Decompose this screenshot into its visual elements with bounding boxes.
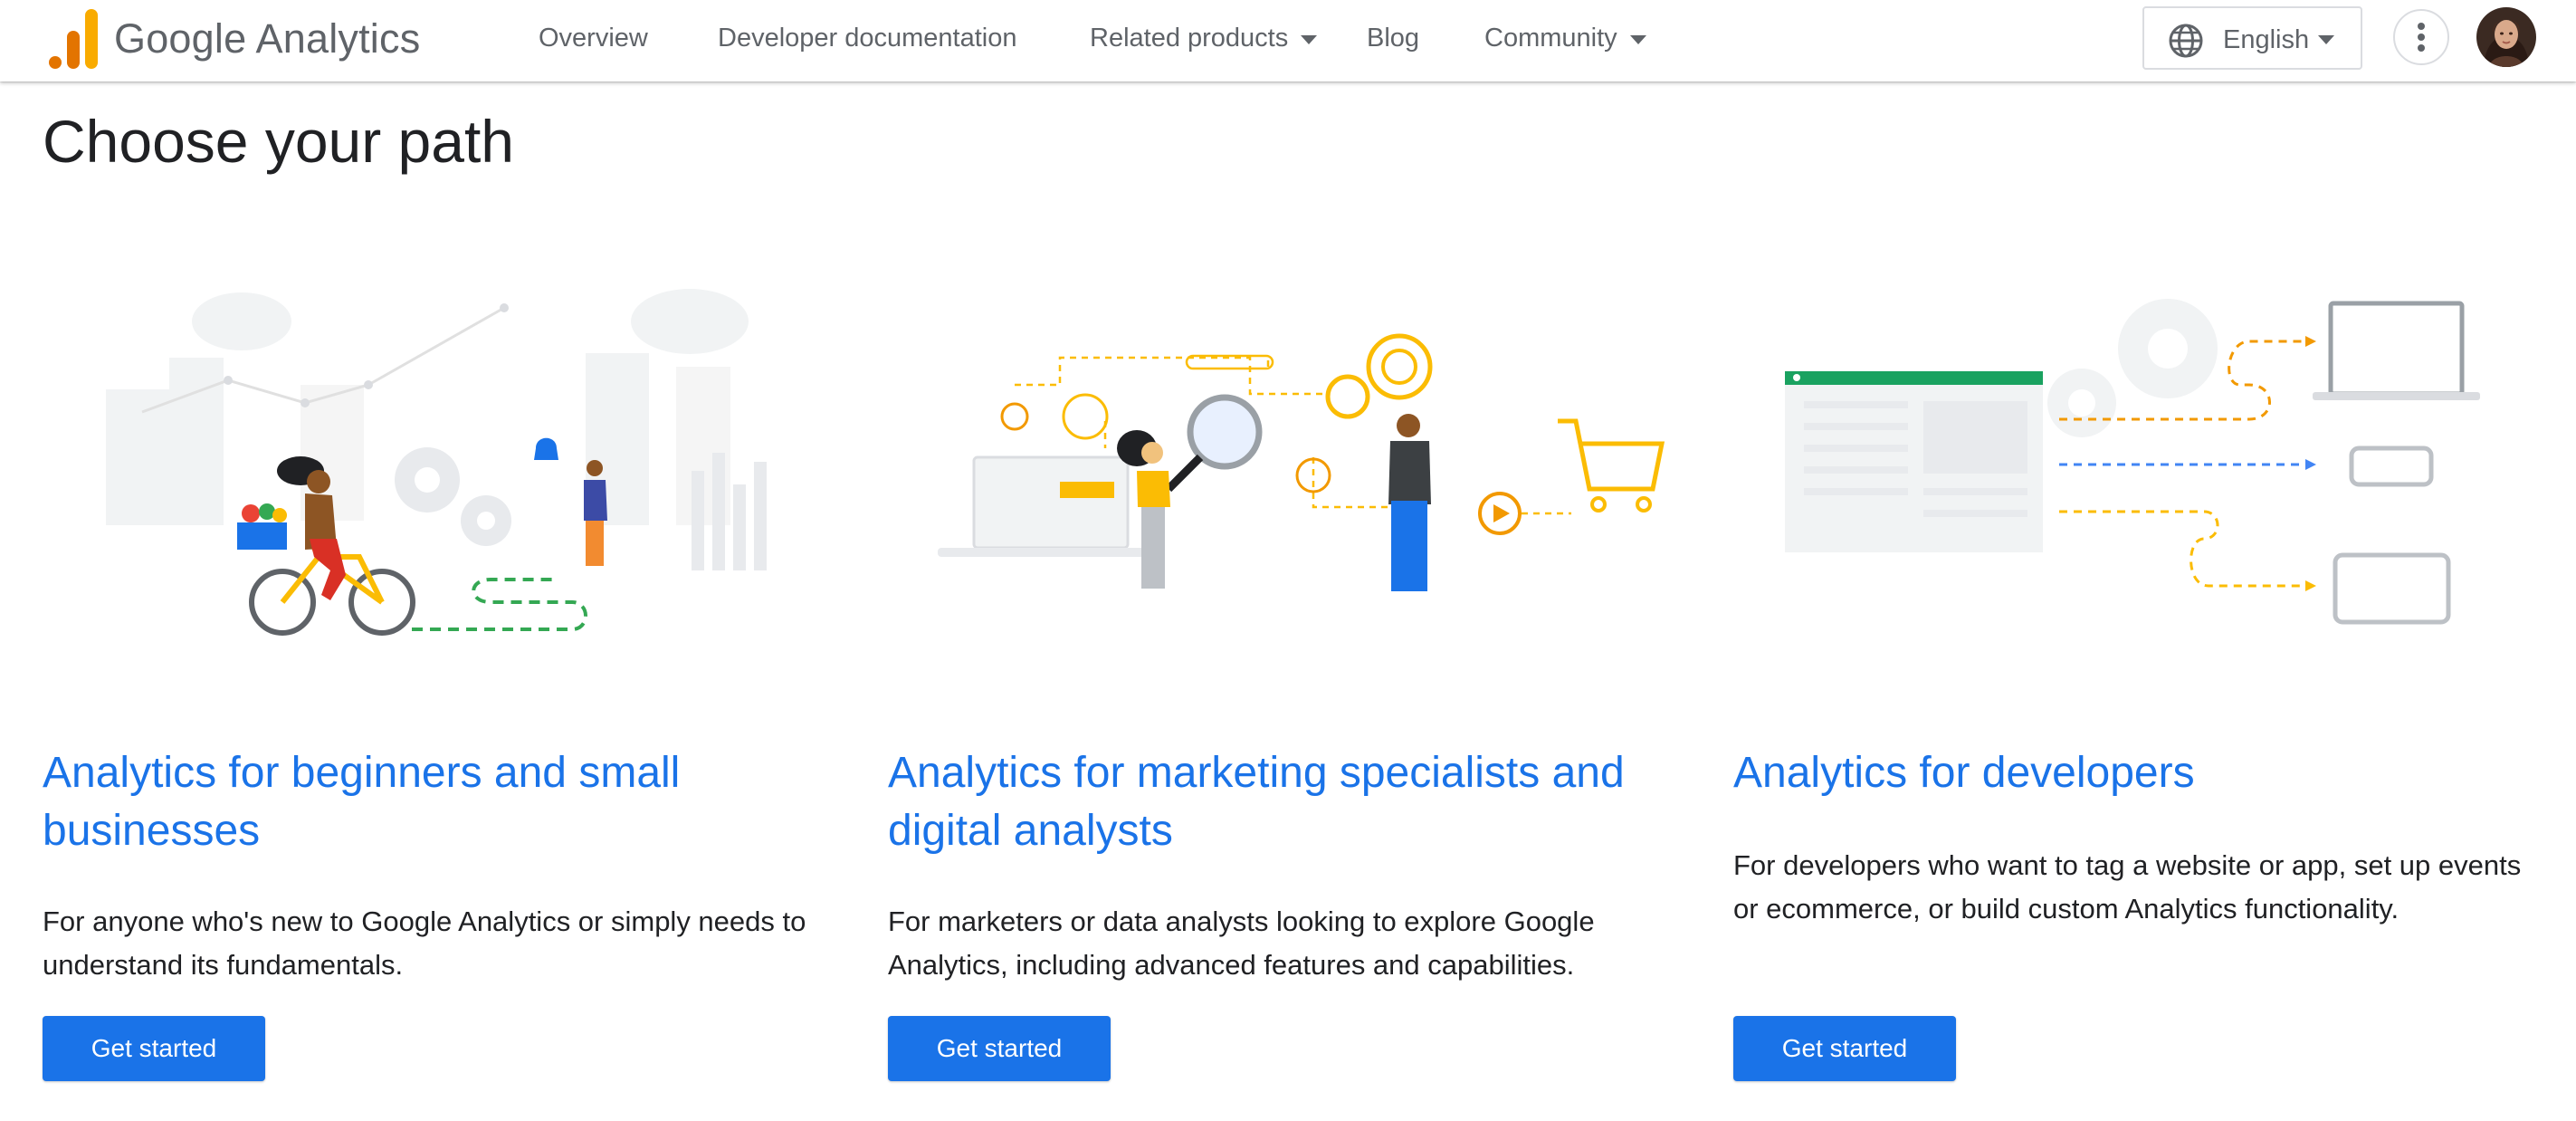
card-description: For developers who want to tag a website… xyxy=(1733,849,2522,925)
chevron-down-icon xyxy=(1301,35,1318,44)
nav-developer-documentation-label: Developer documentation xyxy=(718,23,1017,53)
chevron-down-icon xyxy=(2318,35,2334,44)
page-title: Choose your path xyxy=(43,108,515,175)
card-title[interactable]: Analytics for marketing specialists and … xyxy=(888,744,1684,860)
cyclist-illustration xyxy=(106,289,767,636)
nav-community-label: Community xyxy=(1484,23,1617,53)
path-card-developers: Analytics for developers For developers … xyxy=(1733,267,2530,1118)
analysts-illustration xyxy=(938,333,1665,591)
analytics-logo-icon xyxy=(49,9,98,69)
nav-related-products-label: Related products xyxy=(1090,23,1289,53)
nav-community[interactable]: Community xyxy=(1484,0,1646,76)
more-vert-icon xyxy=(2418,23,2425,52)
account-avatar[interactable] xyxy=(2476,7,2536,67)
nav-overview[interactable]: Overview xyxy=(539,0,648,76)
devices-illustration xyxy=(1785,299,2480,625)
language-selector[interactable]: English xyxy=(2142,6,2362,70)
google-analytics-logo[interactable]: Google Analytics xyxy=(49,9,420,69)
nav-developer-documentation[interactable]: Developer documentation xyxy=(718,0,1016,76)
get-started-button[interactable]: Get started xyxy=(43,1016,265,1081)
top-app-bar: Google Analytics Overview Developer docu… xyxy=(0,0,2576,81)
path-card-beginners: Analytics for beginners and small busine… xyxy=(43,267,839,1118)
card-title[interactable]: Analytics for developers xyxy=(1733,744,2530,802)
card-title[interactable]: Analytics for beginners and small busine… xyxy=(43,744,839,860)
card-description: For anyone who's new to Google Analytics… xyxy=(43,905,806,981)
nav-blog[interactable]: Blog xyxy=(1367,0,1419,76)
path-card-marketing: Analytics for marketing specialists and … xyxy=(888,267,1684,1118)
card-description: For marketers or data analysts looking t… xyxy=(888,905,1595,981)
get-started-button[interactable]: Get started xyxy=(1733,1016,1956,1081)
more-options-button[interactable] xyxy=(2393,9,2449,65)
nav-blog-label: Blog xyxy=(1367,23,1420,53)
chevron-down-icon xyxy=(1629,35,1646,44)
avatar-photo xyxy=(2476,7,2536,67)
get-started-button[interactable]: Get started xyxy=(888,1016,1111,1081)
language-label: English xyxy=(2223,25,2310,54)
logo-text: Google Analytics xyxy=(114,15,421,62)
nav-related-products[interactable]: Related products xyxy=(1090,0,1318,76)
nav-overview-label: Overview xyxy=(539,23,648,53)
globe-icon xyxy=(2169,24,2203,58)
